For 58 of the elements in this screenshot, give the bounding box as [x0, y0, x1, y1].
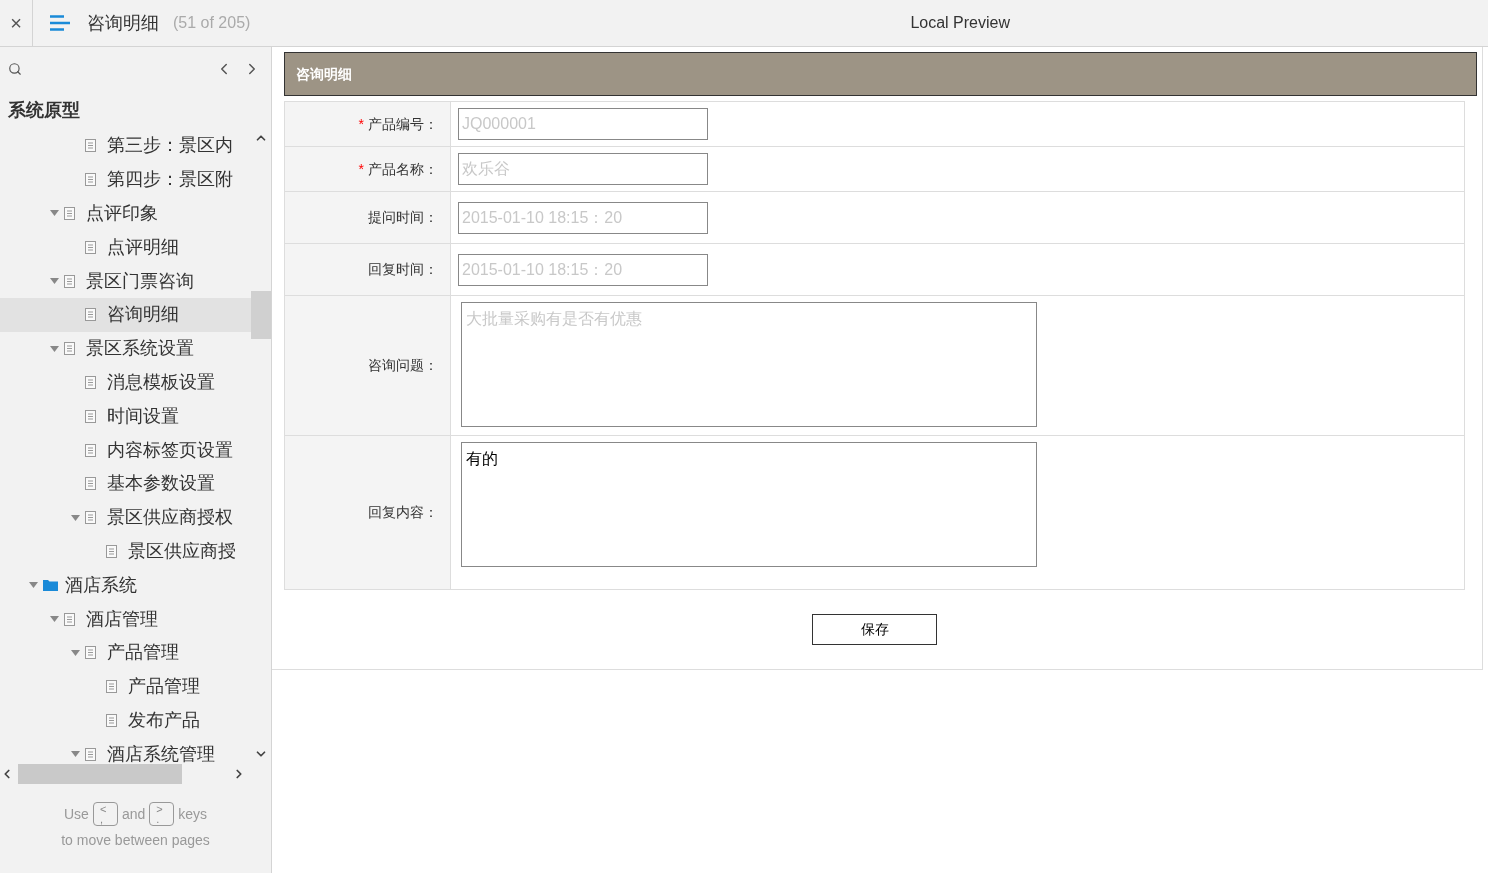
field-label: 提问时间：	[368, 208, 438, 227]
tree-item[interactable]: 点评印象	[0, 196, 251, 231]
tree-item-label: 景区供应商授权	[107, 506, 233, 530]
tree-item[interactable]: 发布产品	[0, 703, 251, 738]
tree-item[interactable]: 景区系统设置	[0, 331, 251, 366]
tree-item-label: 景区系统设置	[86, 337, 194, 361]
page-count: (51 of 205)	[173, 13, 251, 33]
tree-item-label: 酒店系统管理	[107, 742, 215, 766]
tree-item[interactable]: 景区供应商授	[0, 534, 251, 569]
tree-item[interactable]: 酒店系统管理	[0, 737, 251, 769]
tree-item[interactable]: 景区门票咨询	[0, 264, 251, 298]
tree-item-label: 酒店系统	[65, 573, 137, 597]
tree-item-label: 产品管理	[107, 641, 179, 665]
previous-key-icon: < ,	[92, 802, 118, 826]
field-label: 回复内容：	[368, 503, 438, 522]
tree-item-label: 景区供应商授	[128, 539, 236, 563]
tree-item[interactable]: 产品管理	[0, 635, 251, 670]
tree-item-label: 时间设置	[107, 404, 179, 428]
tree-item[interactable]: 酒店系统	[0, 568, 251, 603]
tree-item-label: 点评印象	[86, 202, 158, 225]
tree-item-label: 消息模板设置	[107, 370, 215, 394]
tree-item[interactable]: 第三步：景区内	[0, 129, 251, 163]
tree-item[interactable]: 酒店管理	[0, 602, 251, 636]
project-title: 系统原型	[7, 98, 81, 122]
tree-item[interactable]: 第四步：景区附	[0, 162, 251, 197]
hint-text: Use	[63, 804, 89, 824]
tree-item[interactable]: 产品管理	[0, 669, 251, 704]
tree-item[interactable]: 内容标签页设置	[0, 433, 251, 467]
save-button[interactable]: 保存	[812, 614, 937, 645]
tree-item-label: 第四步：景区附	[107, 168, 233, 192]
tree-item-label: 基本参数设置	[107, 472, 215, 496]
hint-text: to move between pages	[61, 831, 210, 850]
tree-item[interactable]: 咨询明细	[0, 298, 251, 332]
tree-item-label: 发布产品	[128, 708, 200, 732]
hint-text: and	[121, 804, 146, 824]
tree-item[interactable]: 点评明细	[0, 230, 251, 265]
panel-title: 咨询明细	[296, 64, 352, 84]
text-area[interactable]: 有的	[461, 442, 1037, 567]
preview-title: Local Preview	[910, 13, 1010, 33]
field-label: 咨询问题：	[368, 356, 438, 375]
tree-item-label: 酒店管理	[86, 607, 158, 631]
tree-item-label: 内容标签页设置	[107, 438, 233, 462]
field-label: 回复时间：	[368, 260, 438, 279]
tree-item-label: 第三步：景区内	[107, 134, 233, 158]
tree-item[interactable]: 景区供应商授权	[0, 500, 251, 535]
tree-item-label: 点评明细	[107, 235, 179, 259]
tree-item[interactable]: 基本参数设置	[0, 466, 251, 501]
page-title: 咨询明细	[87, 11, 159, 35]
tree-item[interactable]: 消息模板设置	[0, 365, 251, 400]
field-label: * 产品名称：	[358, 159, 438, 179]
tree-item-label: 产品管理	[128, 675, 200, 699]
field-label: * 产品编号：	[358, 114, 438, 134]
next-key-icon: > .	[149, 802, 175, 826]
tree-item-label: 咨询明细	[107, 303, 179, 327]
hint-text: keys	[178, 804, 208, 824]
tree-item[interactable]: 时间设置	[0, 399, 251, 434]
tree-item-label: 景区门票咨询	[86, 269, 194, 293]
close-button[interactable]: ×	[0, 0, 33, 46]
